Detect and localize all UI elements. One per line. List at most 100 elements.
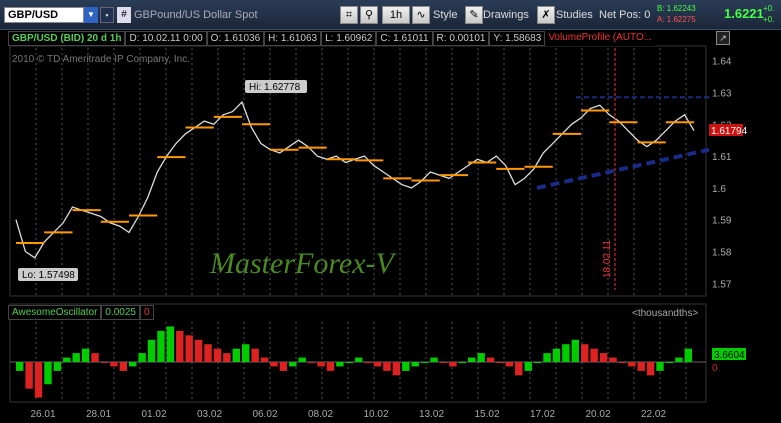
oscillator-bar	[524, 362, 532, 371]
x-tick-label: 10.02	[363, 409, 388, 420]
oscillator-bar	[25, 362, 33, 389]
oscillator-bar	[355, 357, 363, 362]
x-tick-label: 15.02	[474, 409, 499, 420]
oscillator-bar	[326, 362, 335, 371]
date-marker-label: 18.02.11	[602, 239, 613, 278]
lo-label: Lo: 1.57498	[22, 270, 75, 281]
price-tick-label: 1.59	[712, 216, 732, 227]
copyright: 2010 © TD Ameritrade IP Company, Inc.	[12, 54, 191, 65]
oscillator-bar	[185, 335, 193, 362]
oscillator-zero: 0	[140, 305, 154, 320]
volume-profile-label[interactable]: VolumeProfile (AUTO...	[545, 31, 656, 46]
x-tick-label: 26.01	[30, 409, 55, 420]
oscillator-bar	[110, 362, 118, 367]
hi-label: Hi: 1.62778	[249, 82, 301, 93]
oscillator-bar	[307, 362, 316, 363]
oscillator-bar	[468, 357, 476, 362]
price-tick-label: 1.64	[712, 57, 732, 68]
oscillator-bar	[317, 362, 325, 367]
oscillator-header: AwesomeOscillator 0.0025 0	[8, 305, 154, 320]
oscillator-bar	[458, 362, 466, 363]
watermark: MasterForex-V	[209, 247, 397, 280]
oscillator-bar	[100, 362, 109, 363]
oscillator-bar	[194, 339, 203, 362]
x-tick-label: 08.02	[308, 409, 333, 420]
oscillator-bar	[449, 362, 457, 367]
oscillator-bar	[552, 348, 561, 362]
oscillator-bar	[242, 344, 250, 362]
oscillator-bar	[251, 348, 259, 362]
oscillator-units: <thousandths>	[632, 308, 699, 319]
oscillator-bar	[119, 362, 127, 371]
oscillator-bar	[298, 357, 306, 362]
price-tick-label: 1.61	[712, 152, 732, 163]
bar-y: Y: 1.58683	[489, 31, 546, 46]
oscillator-bar	[637, 362, 645, 371]
chart-header: GBP/USD (BID) 20 d 1h D: 10.02.11 0:00 O…	[8, 31, 708, 46]
oscillator-bar	[91, 353, 99, 362]
oscillator-bar	[684, 348, 692, 362]
x-tick-label: 03.02	[197, 409, 222, 420]
oscillator-bar	[599, 353, 608, 362]
oscillator-bar	[646, 362, 655, 376]
x-tick-label: 06.02	[252, 409, 277, 420]
oscillator-bar	[289, 362, 297, 367]
bar-range: R: 0.00101	[432, 31, 490, 46]
oscillator-bar	[279, 362, 288, 371]
oscillator-bar	[383, 362, 391, 371]
oscillator-value: 0.0025	[101, 305, 140, 320]
oscillator-bar	[486, 357, 495, 362]
oscillator-bar	[270, 362, 278, 367]
price-tick-label: 1.6	[712, 184, 726, 195]
oscillator-bar	[571, 339, 579, 362]
oscillator-bar	[656, 362, 664, 371]
oscillator-bar	[63, 357, 71, 362]
support-trendline	[536, 147, 710, 190]
bar-close: C: 1.61011	[376, 31, 433, 46]
oscillator-bar	[364, 362, 372, 363]
oscillator-bar	[81, 348, 90, 362]
oscillator-bar	[439, 362, 448, 363]
oscillator-bar	[581, 344, 589, 362]
oscillator-bar	[515, 362, 523, 376]
oscillator-bar	[176, 330, 184, 362]
bar-open: O: 1.61036	[206, 31, 265, 46]
bar-date: D: 10.02.11 0:00	[125, 31, 207, 46]
oscillator-bar	[213, 348, 222, 362]
oscillator-current-label: 3.6604	[714, 350, 745, 361]
oscillator-bar	[44, 362, 52, 385]
price-tick-label: 1.63	[712, 89, 732, 100]
oscillator-bar	[147, 339, 156, 362]
oscillator-name[interactable]: AwesomeOscillator	[8, 305, 102, 320]
oscillator-bar	[345, 362, 353, 363]
oscillator-bar	[223, 353, 231, 362]
x-tick-label: 22.02	[641, 409, 666, 420]
oscillator-bar	[665, 362, 674, 363]
oscillator-bar	[420, 362, 429, 363]
oscillator-bar	[373, 362, 382, 367]
chart-settings-icon[interactable]: ↗	[716, 31, 730, 45]
oscillator-bar	[204, 344, 212, 362]
oscillator-bar	[336, 362, 344, 367]
price-tick-label: 1.58	[712, 247, 732, 258]
oscillator-bar	[72, 353, 80, 362]
oscillator-bar	[260, 357, 269, 362]
x-tick-label: 17.02	[530, 409, 555, 420]
oscillator-bar	[562, 344, 570, 362]
oscillator-bar	[533, 362, 542, 363]
oscillator-bar	[138, 353, 146, 362]
oscillator-bar	[618, 362, 627, 363]
oscillator-bar	[430, 357, 438, 362]
oscillator-bar	[590, 348, 598, 362]
price-tick-label: 1.57	[712, 279, 732, 290]
oscillator-bar	[543, 353, 551, 362]
oscillator-bar	[402, 362, 410, 371]
x-tick-label: 01.02	[141, 409, 166, 420]
oscillator-bar	[505, 362, 514, 367]
oscillator-bar	[609, 357, 617, 362]
oscillator-bar	[53, 362, 62, 371]
oscillator-bar	[392, 362, 401, 376]
price-series-line	[15, 100, 695, 259]
x-tick-label: 28.01	[86, 409, 111, 420]
oscillator-bar	[675, 357, 683, 362]
